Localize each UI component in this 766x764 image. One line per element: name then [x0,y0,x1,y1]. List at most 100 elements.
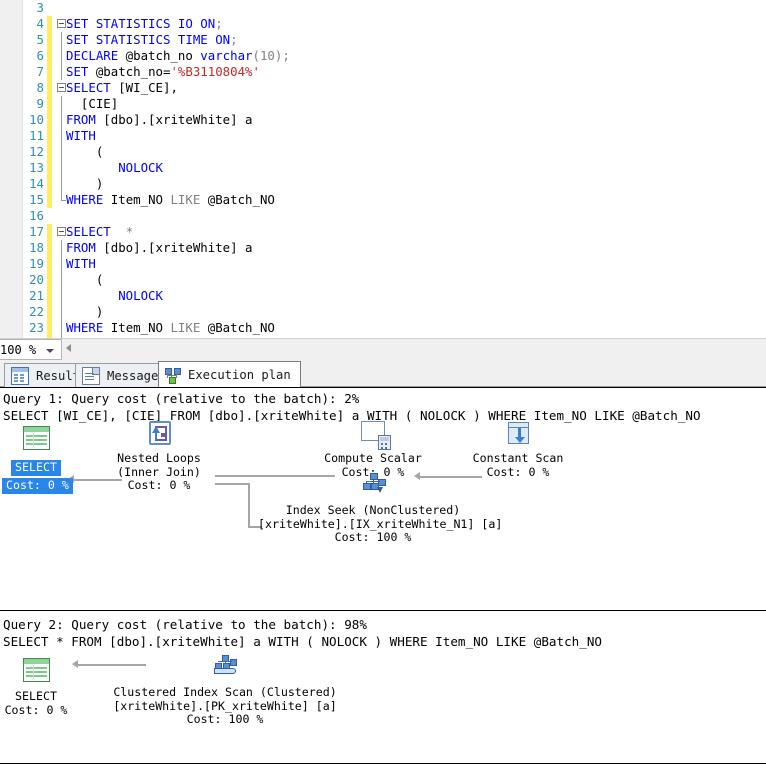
editor-change-bar [47,304,52,320]
outlining-guide-line [61,112,62,128]
code-token: NOLOCK [118,160,163,175]
editor-change-bar [47,320,52,336]
editor-line[interactable]: 13 NOLOCK [0,160,766,176]
editor-line-number: 3 [36,0,44,15]
horizontal-scroll-left-arrow[interactable] [66,344,71,352]
code-token: @Batch_NO [200,192,275,207]
editor-line[interactable]: 17 SELECT * [0,224,766,240]
code-token: SELECT [66,224,111,239]
index-seek-icon [357,470,389,502]
plan-node-nested-loops-line2: (Inner Join) [117,464,201,479]
outlining-guide-line [61,64,62,80]
editor-line-text: SELECT * [66,224,133,240]
plan-node-select-query1[interactable]: SELECT Cost: 0 % [2,424,73,494]
editor-line[interactable]: 14 ) [0,176,766,192]
plan-node-clustered-index-scan-line3: Cost: 100 % [186,712,264,727]
editor-line-text: DECLARE @batch_no varchar(10); [66,48,290,64]
collapse-minus-icon[interactable] [57,19,66,28]
connector-arrow-select-query2 [72,660,78,668]
plan-node-nested-loops-line1: Nested Loops [117,451,201,465]
editor-line[interactable]: 19 WITH [0,256,766,272]
plan-node-compute-scalar-line1: Compute Scalar [324,451,422,465]
editor-line[interactable]: 5 SET STATISTICS TIME ON; [0,32,766,48]
editor-change-bar [47,32,52,48]
editor-zoom-strip: 100 % [0,338,766,360]
result-pane-tabs[interactable]: Results Messages Execution plan [0,360,766,387]
plan-node-constant-scan-line1: Constant Scan [472,451,564,465]
editor-line-number: 9 [36,96,44,111]
editor-line-number: 5 [36,32,44,47]
editor-line[interactable]: 15 WHERE Item_NO LIKE @Batch_NO [0,192,766,208]
plan-node-clustered-index-scan-line1: Clustered Index Scan (Clustered) [113,685,337,699]
plan-node-select-query2-line2: Cost: 0 % [4,702,68,717]
code-token: Item_NO [103,320,171,335]
outlining-marker [56,0,70,16]
sql-editor[interactable]: 3 4 SET STATISTICS IO ON; 5 SET STATISTICS T… [0,0,766,338]
editor-change-bar [47,176,52,192]
code-token: ) [66,304,104,319]
query-2-sql-text: SELECT * FROM [dbo].[xriteWhite] a WITH … [3,634,602,649]
editor-change-bar [47,128,52,144]
editor-line[interactable]: 23 WHERE Item_NO LIKE @Batch_NO [0,320,766,336]
editor-line-text: NOLOCK [66,288,163,304]
editor-line[interactable]: 8 SELECT [WI_CE], [0,80,766,96]
editor-line[interactable]: 10 FROM [dbo].[xriteWhite] a [0,112,766,128]
code-token: [CIE] [66,96,119,111]
editor-change-bar [47,80,52,96]
code-token: SET [66,64,89,79]
outlining-guide-line [61,144,62,160]
code-token: '%B3110804%' [170,64,260,79]
plan-node-select-query2[interactable]: SELECT Cost: 0 % [2,610,70,717]
editor-line[interactable]: 11 WITH [0,128,766,144]
execution-plan-pane[interactable]: Query 1: Query cost (relative to the bat… [0,387,766,764]
nested-loops-icon [143,418,175,450]
editor-line[interactable]: 12 ( [0,144,766,160]
tab-execution-plan-label: Execution plan [188,367,291,382]
code-token: varchar [200,48,253,63]
editor-line[interactable]: 21 NOLOCK [0,288,766,304]
plan-node-select-query1-line1: SELECT [11,460,61,476]
outlining-guide-line [61,288,62,304]
collapse-minus-icon[interactable] [57,227,66,236]
editor-line-text: WHERE Item_NO LIKE @Batch_NO [66,192,275,208]
editor-line-text: ( [66,272,103,288]
collapse-minus-icon[interactable] [57,83,66,92]
chevron-down-icon[interactable] [46,349,54,353]
editor-line[interactable]: 7 SET @batch_no='%B3110804%' [0,64,766,80]
clustered-index-scan-icon [209,652,241,684]
editor-line-number: 7 [36,64,44,79]
ssms-query-window: 3 4 SET STATISTICS IO ON; 5 SET STATISTICS T… [0,0,766,764]
tab-execution-plan[interactable]: Execution plan [158,361,301,387]
editor-line-list[interactable]: 3 4 SET STATISTICS IO ON; 5 SET STATISTICS T… [0,0,766,338]
editor-line[interactable]: 3 [0,0,766,16]
editor-line[interactable]: 9 [CIE] [0,96,766,112]
editor-line[interactable]: 20 ( [0,272,766,288]
editor-line[interactable]: 16 [0,208,766,224]
select-icon [20,656,52,688]
editor-line-text: FROM [dbo].[xriteWhite] a [66,240,253,256]
editor-line-text: SET STATISTICS TIME ON; [66,32,238,48]
editor-line-number: 21 [29,288,44,303]
editor-line-number: 18 [29,240,44,255]
plan-section-divider [0,610,766,611]
zoom-level-dropdown[interactable]: 100 % [0,339,62,360]
plan-node-nested-loops[interactable]: Nested Loops (Inner Join) Cost: 0 % [103,418,215,493]
editor-line-text: SET @batch_no='%B3110804%' [66,64,260,80]
code-token: ; [230,32,238,47]
plan-node-index-seek[interactable]: Index Seek (NonClustered) [xriteWhite].[… [258,470,502,545]
editor-line-number: 11 [29,128,44,143]
code-token: LIKE [170,192,201,207]
editor-line[interactable]: 18 FROM [dbo].[xriteWhite] a [0,240,766,256]
editor-line[interactable]: 22 ) [0,304,766,320]
code-token: NOLOCK [118,288,163,303]
code-token: DECLARE [66,48,119,63]
code-token: Item_NO [103,192,171,207]
editor-line-number: 12 [29,144,44,159]
plan-node-clustered-index-scan-line2: [xriteWhite].[PK_xriteWhite] [a] [113,698,337,713]
editor-line-number: 22 [29,304,44,319]
code-token: FROM [66,240,96,255]
editor-line[interactable]: 6 DECLARE @batch_no varchar(10); [0,48,766,64]
editor-line[interactable]: 4 SET STATISTICS IO ON; [0,16,766,32]
plan-node-clustered-index-scan[interactable]: Clustered Index Scan (Clustered) [xriteW… [110,652,340,727]
